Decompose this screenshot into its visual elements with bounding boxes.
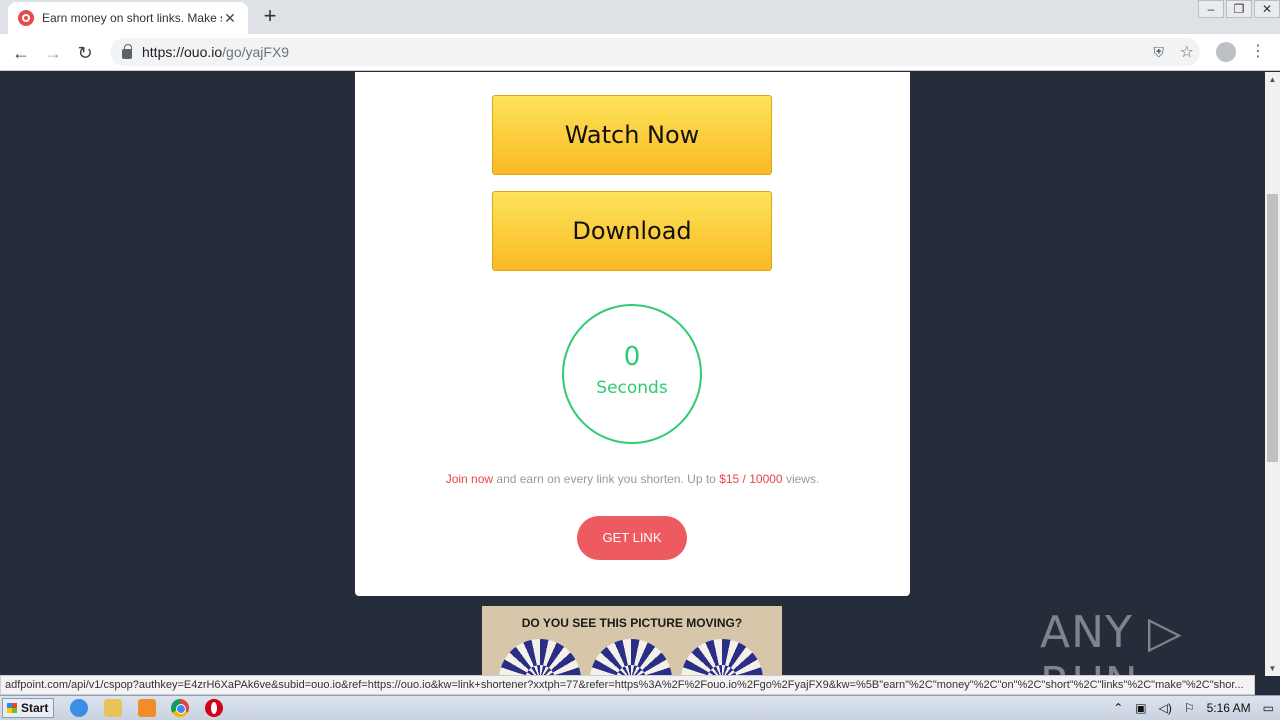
countdown-unit: Seconds <box>596 378 668 398</box>
network-icon[interactable]: ▣ <box>1135 701 1146 715</box>
site-favicon-icon <box>18 10 34 26</box>
get-link-button[interactable]: GET LINK <box>577 516 687 560</box>
back-icon[interactable]: ← <box>8 40 34 66</box>
promo-amount: $15 / 10000 <box>719 472 783 486</box>
show-desktop-icon[interactable]: ▭ <box>1263 701 1274 715</box>
action-center-flag-icon[interactable]: ⚐ <box>1184 701 1195 715</box>
close-window-button[interactable]: ✕ <box>1254 0 1280 18</box>
address-bar[interactable]: https://ouo.io/go/yajFX9 ⛨ ☆ <box>110 38 1200 66</box>
ad-question: DO YOU SEE THIS PICTURE MOVING? <box>521 616 743 630</box>
promo-end: views. <box>782 472 820 486</box>
forward-icon[interactable]: → <box>40 40 66 66</box>
shield-blocked-icon[interactable]: ⛨ <box>1154 44 1165 61</box>
browser-menu-icon[interactable]: ⋮ <box>1250 41 1266 63</box>
media-player-icon[interactable] <box>138 699 156 717</box>
illusion-disc-icon <box>590 639 672 676</box>
bookmark-star-icon[interactable]: ☆ <box>1180 42 1194 62</box>
countdown-timer: 0 Seconds <box>562 304 702 444</box>
join-now-link[interactable]: Join now <box>446 472 493 486</box>
ad-banner[interactable]: DO YOU SEE THIS PICTURE MOVING? <box>482 606 782 676</box>
start-button[interactable]: Start <box>2 698 54 718</box>
profile-avatar-icon[interactable] <box>1216 42 1236 62</box>
chrome-icon[interactable] <box>171 699 189 717</box>
countdown-value: 0 <box>623 342 641 372</box>
system-tray: ⌃ ▣ ◁) ⚐ 5:16 AM ▭ <box>1107 696 1280 720</box>
restore-button[interactable]: ❐ <box>1226 0 1252 18</box>
window-controls: – ❐ ✕ <box>1196 0 1280 20</box>
illusion-disc-icon <box>499 639 581 676</box>
opera-icon[interactable] <box>205 699 223 717</box>
internet-explorer-icon[interactable] <box>70 699 88 717</box>
scroll-thumb[interactable] <box>1267 194 1278 462</box>
tab-title: Earn money on short links. Make sho <box>42 11 222 25</box>
clock[interactable]: 5:16 AM <box>1207 701 1251 715</box>
scroll-down-icon[interactable]: ▼ <box>1265 661 1280 676</box>
lock-icon <box>122 44 132 59</box>
promo-text: Join now and earn on every link you shor… <box>355 472 910 486</box>
windows-taskbar: Start ⌃ ▣ ◁) ⚐ 5:16 AM ▭ <box>0 695 1280 720</box>
anyrun-watermark: ANY ▷ RUN <box>1040 607 1183 676</box>
page-scrollbar[interactable]: ▲ ▼ <box>1265 72 1280 676</box>
link-status-bar: adfpoint.com/api/v1/cspop?authkey=E4zrH6… <box>0 675 1255 695</box>
tab-bar: Earn money on short links. Make sho ✕ + … <box>0 0 1280 34</box>
scroll-up-icon[interactable]: ▲ <box>1265 72 1280 87</box>
tray-expand-icon[interactable]: ⌃ <box>1113 701 1123 715</box>
browser-toolbar: ← → ↻ https://ouo.io/go/yajFX9 ⛨ ☆ ⋮ <box>0 34 1280 71</box>
url-host: https://ouo.io <box>142 44 223 60</box>
file-explorer-icon[interactable] <box>104 699 122 717</box>
tab-close-icon[interactable]: ✕ <box>222 10 238 27</box>
new-tab-button[interactable]: + <box>258 5 282 29</box>
watch-now-button[interactable]: Watch Now <box>492 95 772 175</box>
reload-icon[interactable]: ↻ <box>72 40 98 66</box>
volume-icon[interactable]: ◁) <box>1159 701 1172 715</box>
browser-tab[interactable]: Earn money on short links. Make sho ✕ <box>8 2 248 34</box>
minimize-button[interactable]: – <box>1198 0 1224 18</box>
illusion-disc-icon <box>681 639 763 676</box>
url-path: /go/yajFX9 <box>222 44 290 60</box>
download-button[interactable]: Download <box>492 191 772 271</box>
page-viewport: Watch Now Download 0 Seconds Join now an… <box>0 72 1265 676</box>
promo-middle: and earn on every link you shorten. Up t… <box>493 472 720 486</box>
content-card: Watch Now Download 0 Seconds Join now an… <box>355 72 910 596</box>
